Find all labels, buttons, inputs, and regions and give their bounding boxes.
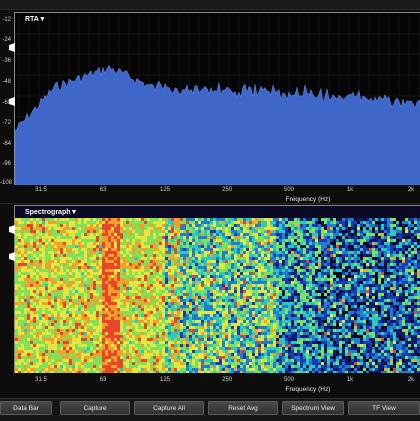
spectrograph-cells: [15, 218, 420, 373]
rta-plot-area: RTA▼: [14, 12, 420, 185]
spectrograph-mode-dropdown[interactable]: Spectrograph▼: [25, 209, 77, 216]
rta-mode-dropdown[interactable]: RTA▼: [25, 16, 46, 23]
tf-view-button[interactable]: TF View: [348, 401, 420, 415]
rta-y-tick: -12: [0, 17, 11, 23]
capture-all-button[interactable]: Capture All: [134, 401, 204, 415]
top-bar: [0, 0, 420, 10]
rta-y-tick: -72: [0, 120, 11, 126]
rta-upper-marker-icon[interactable]: [8, 43, 16, 53]
rta-y-tick: -36: [0, 58, 11, 64]
rta-x-tick: 31.5: [29, 187, 53, 193]
rta-y-tick: -108: [0, 180, 11, 186]
spectrograph-heatmap: [15, 206, 420, 373]
rta-chart: [15, 13, 420, 185]
spectrograph-x-tick: 500: [277, 377, 301, 383]
rta-y-tick: -84: [0, 141, 11, 147]
rta-x-tick: 250: [215, 187, 239, 193]
rta-x-tick: 125: [153, 187, 177, 193]
spectrograph-x-tick: 250: [215, 377, 239, 383]
rta-x-tick: 1k: [338, 187, 362, 193]
rta-y-tick: -96: [0, 161, 11, 167]
spectrum-view-button[interactable]: Spectrum View: [282, 401, 344, 415]
spectrograph-x-tick: 63: [91, 377, 115, 383]
rta-x-tick: 500: [277, 187, 301, 193]
data-bar-button[interactable]: Data Bar: [0, 401, 52, 415]
spectrograph-x-tick: 2k: [399, 377, 420, 383]
rta-y-tick: -48: [0, 79, 11, 85]
rta-x-tick: 2k: [399, 187, 420, 193]
reset-avg-button[interactable]: Reset Avg: [208, 401, 278, 415]
divider: [0, 203, 420, 204]
rta-x-axis-title: Frequency (Hz): [268, 196, 348, 203]
spectrograph-lower-marker-icon[interactable]: [8, 252, 16, 262]
spectrograph-x-tick: 31.5: [29, 377, 53, 383]
capture-button[interactable]: Capture: [60, 401, 130, 415]
rta-x-tick: 63: [91, 187, 115, 193]
spectrograph-x-axis-title: Frequency (Hz): [268, 386, 348, 393]
spectrograph-upper-marker-icon[interactable]: [8, 225, 16, 235]
spectrograph-x-tick: 1k: [338, 377, 362, 383]
rta-lower-marker-icon[interactable]: [8, 97, 16, 107]
spectrograph-plot-area: Spectrograph▼: [14, 205, 420, 373]
spectrograph-x-tick: 125: [153, 377, 177, 383]
